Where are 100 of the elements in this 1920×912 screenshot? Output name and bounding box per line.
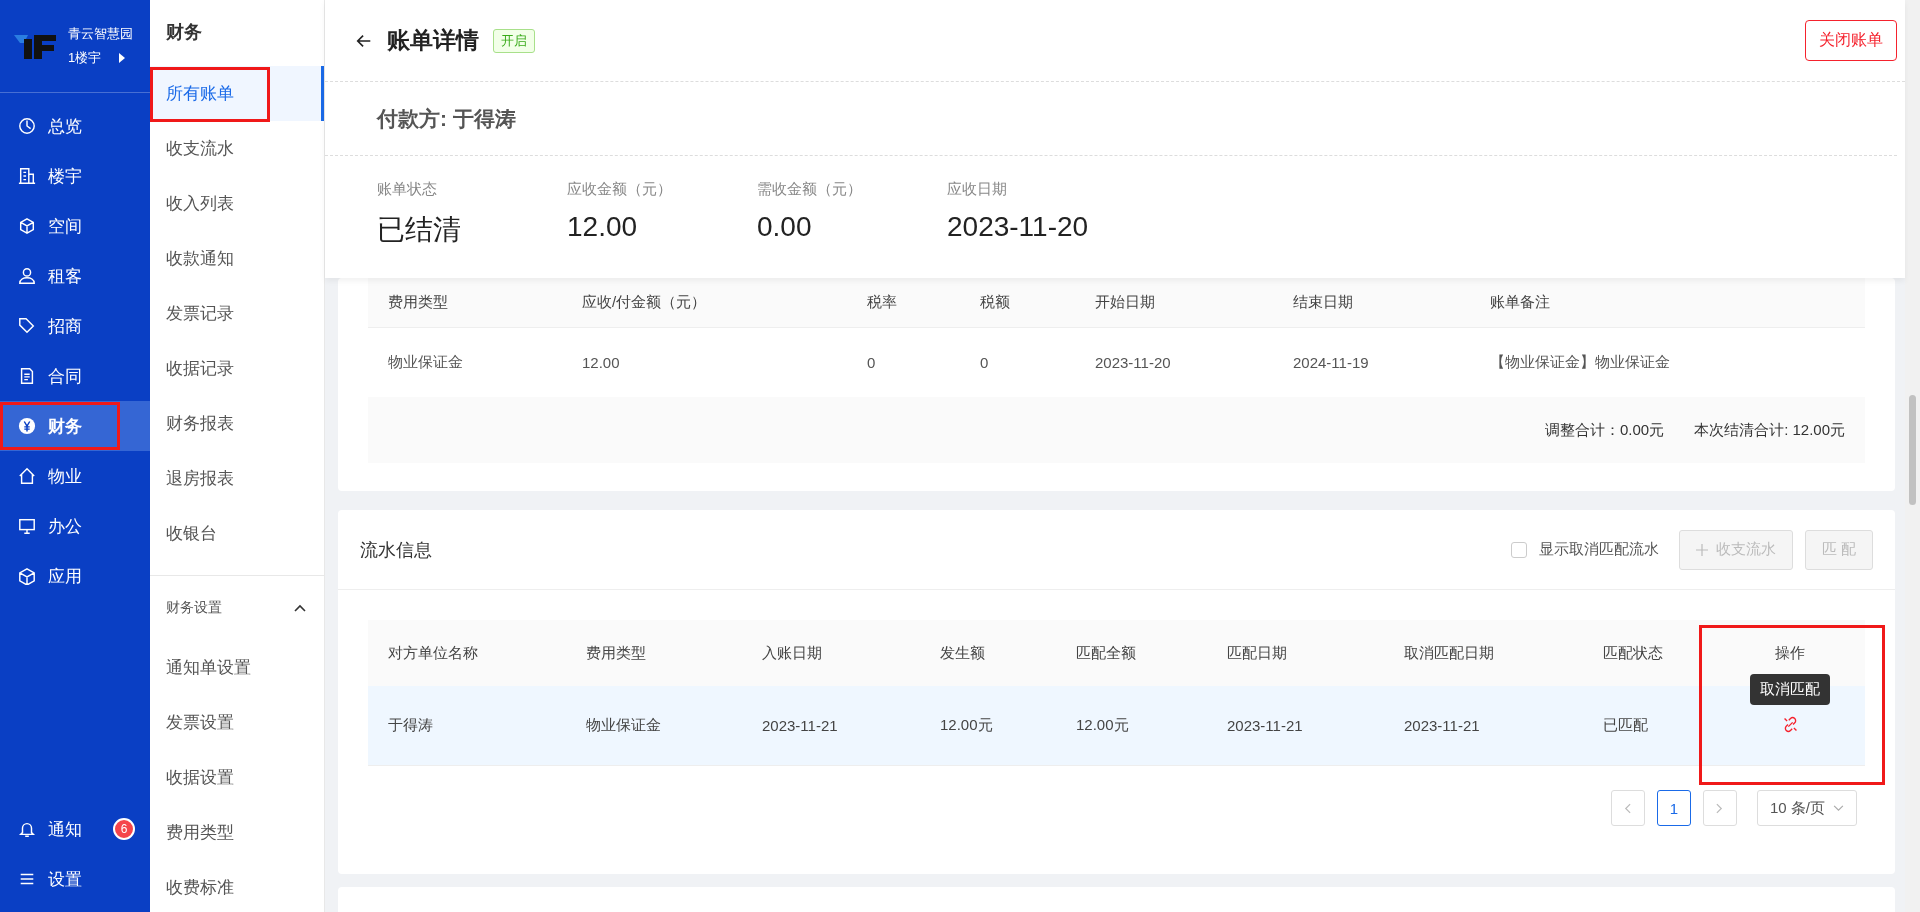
stat-label: 应收金额（元） (567, 180, 673, 199)
close-bill-button[interactable]: 关闭账单 (1805, 20, 1897, 61)
chevron-icon (294, 604, 306, 612)
nav-item[interactable]: 应用 (0, 551, 150, 601)
building-icon (18, 167, 36, 185)
column-header: 入账日期 (761, 643, 823, 663)
summary-text: 调整合计：0.00元 (1544, 420, 1665, 440)
table-cell-text: 2024-11-19 (1292, 354, 1370, 371)
submenu-item[interactable]: 收银台 (150, 506, 324, 561)
people-icon (18, 267, 36, 285)
submenu-item[interactable]: 发票设置 (150, 695, 324, 750)
submenu-item[interactable]: 收入列表 (150, 176, 324, 231)
column-header: 取消匹配日期 (1403, 643, 1495, 663)
table-cell-text: 2023-11-21 (761, 717, 839, 734)
column-header: 开始日期 (1094, 293, 1156, 312)
stat-value: 2023-11-20 (947, 211, 1090, 243)
submenu-item[interactable]: 收据记录 (150, 341, 324, 396)
column-header: 结束日期 (1292, 293, 1354, 312)
table-cell-text: 0 (866, 354, 877, 371)
table-cell-text: 已匹配 (1602, 716, 1649, 735)
nav-item[interactable]: 办公 (0, 501, 150, 551)
submenu-group[interactable]: 财务设置 (150, 576, 324, 640)
nav-item[interactable]: 总览 (0, 101, 150, 151)
box-icon (18, 567, 36, 585)
table-cell-text: 12.00 (581, 354, 621, 371)
table-cell-text: 物业保证金 (585, 716, 662, 735)
submenu-item[interactable]: 收款通知 (150, 231, 324, 286)
table-cell-text: 12.00元 (939, 716, 994, 735)
count-badge: 6 (113, 818, 135, 840)
monitor-icon (18, 517, 36, 535)
nav-item[interactable]: 楼宇 (0, 151, 150, 201)
nav-item[interactable]: 物业 (0, 451, 150, 501)
next-page-button[interactable] (1702, 790, 1737, 826)
submenu-item[interactable]: 费用类型 (150, 805, 324, 860)
tooltip: 取消匹配 (1750, 673, 1830, 705)
nav-item[interactable]: 合同 (0, 351, 150, 401)
payer-name: 付款方: 于得涛 (325, 82, 1897, 156)
table-cell-text: 2023-11-21 (1403, 717, 1481, 734)
column-header: 匹配日期 (1226, 643, 1288, 663)
checkbox[interactable] (1510, 541, 1527, 558)
bell-icon (18, 820, 36, 838)
submenu-item[interactable]: 发票记录 (150, 286, 324, 341)
submenu-item[interactable]: 财务报表 (150, 396, 324, 451)
summary-text: 本次结清合计: 12.00元 (1694, 420, 1845, 440)
column-header: 应收/付金额（元） (581, 293, 708, 312)
section-title: 流水信息 (360, 538, 432, 562)
nav-item[interactable]: 空间 (0, 201, 150, 251)
yen-icon (18, 417, 36, 435)
chevron-right-icon (1716, 802, 1724, 814)
house-icon (18, 467, 36, 485)
page-button[interactable]: 1 (1656, 790, 1691, 826)
document-icon (18, 367, 36, 385)
submenu-title: 财务 (165, 21, 203, 44)
nav-item[interactable]: 设置 (0, 854, 150, 904)
stat-label: 账单状态 (377, 180, 438, 199)
nav-item[interactable]: 招商 (0, 301, 150, 351)
chevron-icon (1833, 804, 1844, 812)
building-selector[interactable]: 1楼宇 (68, 49, 133, 67)
previous-page-button[interactable] (1610, 790, 1645, 826)
table-cell-text: 12.00元 (1075, 716, 1130, 735)
table-cell-text: 0 (979, 354, 990, 371)
nav-item[interactable]: 通知 6 (0, 804, 150, 854)
column-header: 税额 (979, 293, 1011, 312)
column-header: 费用类型 (387, 293, 449, 312)
page-size-select[interactable]: 10 条/页 (1756, 790, 1857, 826)
column-header: 发生额 (939, 643, 986, 663)
submenu-item[interactable]: 收支流水 (150, 121, 324, 176)
column-header: 匹配状态 (1602, 643, 1664, 663)
submenu-item[interactable]: 所有账单 (150, 66, 324, 121)
scrollbar[interactable] (1905, 0, 1920, 912)
cube-icon (18, 217, 36, 235)
table-cell-text: 2023-11-21 (1226, 717, 1304, 734)
submenu-item[interactable]: 收据设置 (150, 750, 324, 805)
checkbox-label[interactable]: 显示取消匹配流水 (1538, 540, 1659, 559)
tag-icon (18, 317, 36, 335)
stat-label: 需收金额（元） (757, 180, 863, 199)
table-cell-text: 于得涛 (387, 716, 434, 735)
table-cell-text: 【物业保证金】物业保证金 (1489, 353, 1671, 372)
column-header: 税率 (866, 293, 898, 312)
table-cell-text: 2023-11-20 (1094, 354, 1172, 371)
submenu-item[interactable]: 退房报表 (150, 451, 324, 506)
submenu-item[interactable]: 通知单设置 (150, 640, 324, 695)
column-header: 对方单位名称 (387, 643, 479, 663)
nav-item[interactable]: 租客 (0, 251, 150, 301)
chevron-left-icon (1624, 802, 1632, 814)
stat-label: 应收日期 (947, 180, 1008, 199)
plus-icon (1695, 543, 1708, 556)
stat-value: 0.00 (757, 211, 813, 243)
chart-icon (18, 117, 36, 135)
column-header: 操作 (1774, 643, 1806, 663)
stat-value: 已结清 (377, 213, 462, 247)
column-header: 费用类型 (585, 643, 647, 663)
stat-value: 12.00 (567, 211, 639, 243)
page-title: 账单详情 (387, 26, 479, 55)
table-cell-text: 物业保证金 (387, 353, 464, 372)
caret-icon (119, 53, 126, 63)
column-header: 账单备注 (1489, 293, 1551, 312)
app-name: 青云智慧园 (68, 25, 133, 43)
column-header: 匹配全额 (1075, 643, 1137, 663)
submenu-item[interactable]: 收费标准 (150, 860, 324, 912)
